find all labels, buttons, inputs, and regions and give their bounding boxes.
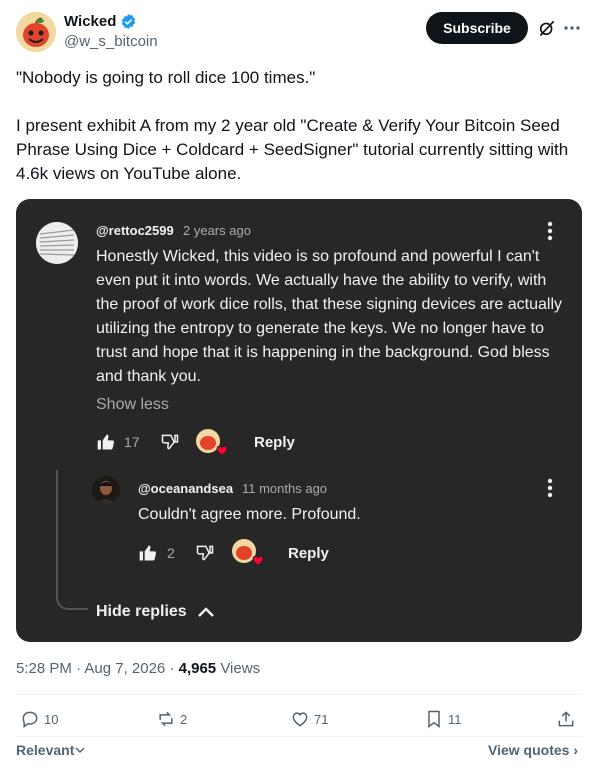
views-label: Views bbox=[216, 660, 261, 677]
reply-time: 11 months ago bbox=[242, 481, 328, 496]
sort-dropdown[interactable]: Relevant bbox=[16, 742, 86, 758]
author-avatar[interactable] bbox=[16, 12, 56, 52]
heart-avatar-icon bbox=[230, 537, 264, 569]
reply-avatar bbox=[92, 476, 120, 504]
verified-badge-icon bbox=[120, 13, 137, 30]
thumbs-up-icon bbox=[96, 432, 116, 452]
reply-body: Couldn't agree more. Profound. bbox=[138, 506, 361, 523]
like-count: 71 bbox=[314, 711, 329, 727]
chevron-down-icon bbox=[75, 747, 85, 754]
author-name[interactable]: Wicked bbox=[64, 13, 116, 30]
chevron-up-icon bbox=[196, 603, 216, 621]
like-action[interactable]: 71 bbox=[290, 708, 328, 730]
share-icon bbox=[558, 711, 574, 727]
kebab-icon bbox=[540, 477, 560, 499]
more-icon[interactable] bbox=[562, 18, 582, 38]
divider bbox=[16, 736, 582, 737]
comment-username: @rettoc2599 bbox=[96, 223, 174, 238]
view-quotes-link[interactable]: View quotes › bbox=[488, 742, 578, 758]
like-count: 2 bbox=[167, 545, 175, 561]
tweet-meta: 5:28 PM · Aug 7, 2026 · 4,965 Views bbox=[16, 660, 260, 677]
bookmark-count: 11 bbox=[448, 711, 462, 727]
like-icon bbox=[292, 712, 308, 727]
show-less-link: Show less bbox=[96, 396, 169, 413]
heart-avatar-icon bbox=[194, 427, 228, 459]
thread-line bbox=[56, 470, 88, 610]
thumbs-down-icon bbox=[160, 432, 180, 452]
reply-button: Reply bbox=[254, 434, 295, 451]
kebab-icon bbox=[540, 220, 560, 242]
grok-icon[interactable] bbox=[537, 18, 557, 38]
repost-icon bbox=[159, 711, 173, 727]
like-count: 17 bbox=[124, 434, 140, 450]
tweet-timestamp[interactable]: 5:28 PM · Aug 7, 2026 · bbox=[16, 660, 179, 677]
tweet-text: "Nobody is going to roll dice 100 times.… bbox=[16, 68, 569, 183]
hide-replies: Hide replies bbox=[96, 603, 187, 620]
reply-action[interactable]: 10 bbox=[20, 708, 58, 730]
reply-count: 10 bbox=[44, 711, 59, 727]
divider bbox=[16, 694, 582, 695]
reply-username: @oceanandsea bbox=[138, 481, 234, 496]
views-count: 4,965 bbox=[178, 660, 217, 677]
reply-icon bbox=[22, 711, 38, 728]
subscribe-button[interactable]: Subscribe bbox=[426, 12, 528, 44]
comment-body: Honestly Wicked, this video is so profou… bbox=[96, 248, 563, 385]
repost-action[interactable]: 2 bbox=[156, 708, 187, 730]
bookmark-icon bbox=[428, 710, 440, 728]
repost-count: 2 bbox=[180, 711, 188, 727]
author-handle[interactable]: @w_s_bitcoin bbox=[64, 33, 158, 50]
bookmark-action[interactable]: 11 bbox=[424, 708, 462, 730]
commenter-avatar bbox=[36, 222, 78, 264]
sort-label: Relevant bbox=[16, 742, 75, 758]
share-action[interactable] bbox=[556, 708, 580, 730]
thumbs-up-icon bbox=[138, 543, 158, 563]
reply-button: Reply bbox=[288, 545, 329, 562]
comment-time: 2 years ago bbox=[183, 223, 251, 238]
thumbs-down-icon bbox=[195, 543, 215, 563]
